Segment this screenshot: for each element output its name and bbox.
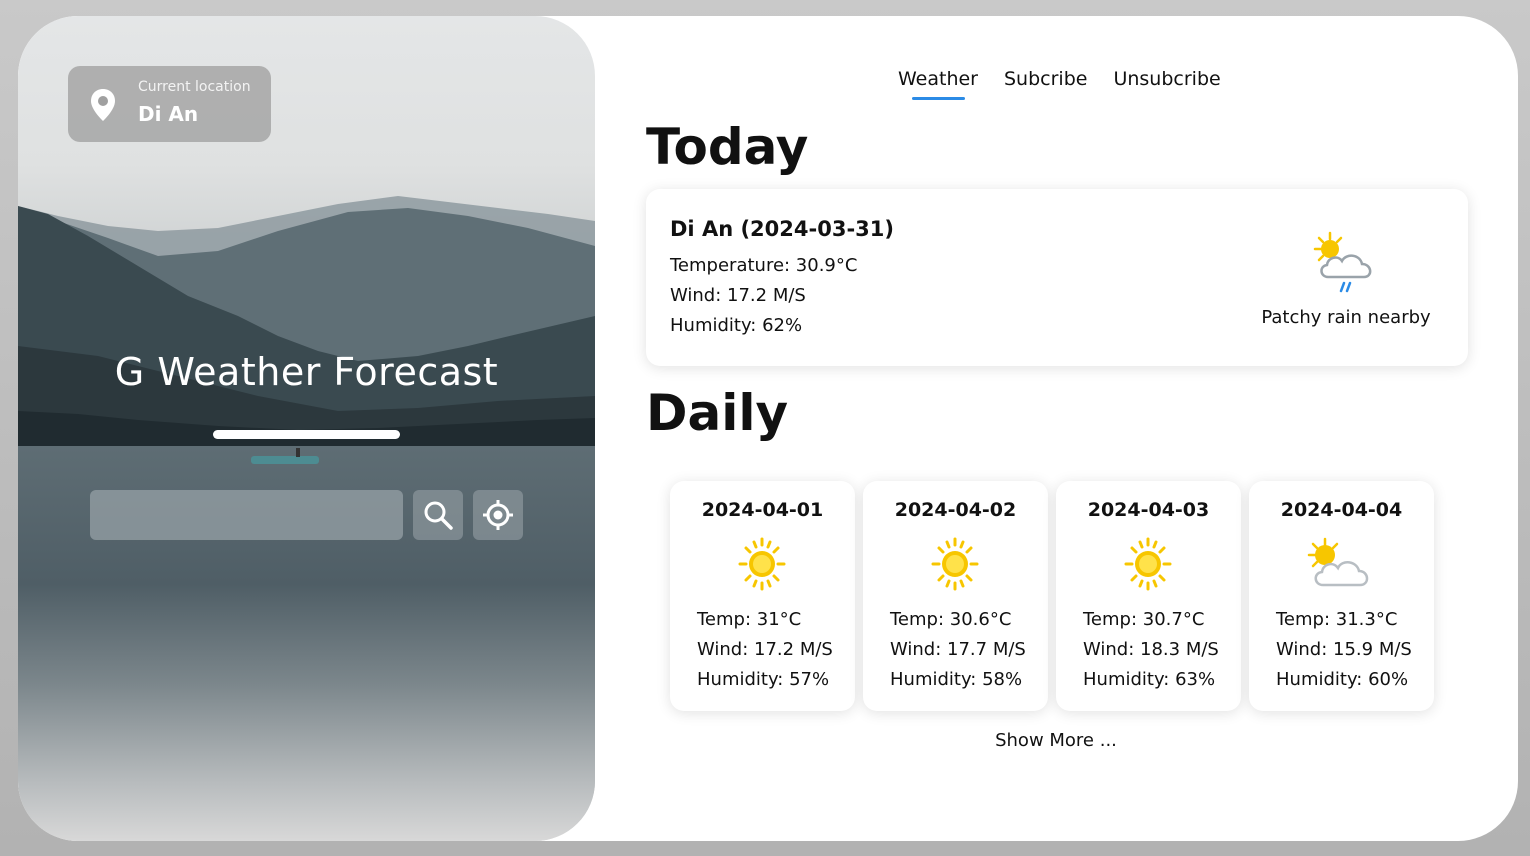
city-search-input[interactable] <box>90 490 403 540</box>
tab-subscribe[interactable]: Subcribe <box>1004 68 1087 100</box>
search-button[interactable] <box>413 490 463 540</box>
today-card: Di An (2024-03-31) Temperature: 30.9°C W… <box>646 189 1468 366</box>
daily-date: 2024-04-04 <box>1280 499 1403 521</box>
daily-temp: Temp: 31°C <box>697 609 802 630</box>
daily-humidity: Humidity: 60% <box>1276 669 1409 690</box>
tab-unsubscribe[interactable]: Unsubcribe <box>1113 68 1220 100</box>
today-heading: Today <box>646 118 809 176</box>
pin-icon <box>91 89 115 121</box>
today-condition: Patchy rain nearby <box>1261 307 1431 328</box>
top-nav: Weather Subcribe Unsubcribe <box>898 68 1221 100</box>
daily-temp: Temp: 30.6°C <box>890 609 1012 630</box>
sun-cloud-icon <box>1307 537 1369 587</box>
show-more-link[interactable]: Show More ... <box>958 730 1154 751</box>
sun-icon <box>931 537 979 591</box>
daily-wind: Wind: 17.2 M/S <box>697 639 833 660</box>
crosshair-icon <box>483 500 513 530</box>
today-place-date: Di An (2024-03-31) <box>670 217 894 241</box>
app-window: Current location Di An G Weather Forecas… <box>18 16 1518 841</box>
daily-card: 2024-04-04 Temp: 31.3°C Wind: 15.9 M/S H… <box>1249 481 1434 711</box>
daily-card: 2024-04-02 Temp: 30.6°C Wind: 17.7 M/S H… <box>863 481 1048 711</box>
today-humidity: Humidity: 62% <box>670 315 803 336</box>
current-location-label: Current location <box>138 79 251 95</box>
app-title: G Weather Forecast <box>114 350 499 394</box>
sun-cloud-rain-icon <box>1313 231 1372 293</box>
daily-wind: Wind: 18.3 M/S <box>1083 639 1219 660</box>
daily-humidity: Humidity: 58% <box>890 669 1023 690</box>
daily-date: 2024-04-01 <box>701 499 824 521</box>
current-location-chip: Current location Di An <box>68 66 271 142</box>
daily-temp: Temp: 30.7°C <box>1083 609 1205 630</box>
daily-card: 2024-04-03 Temp: 30.7°C Wind: 18.3 M/S H… <box>1056 481 1241 711</box>
sun-icon <box>738 537 786 591</box>
daily-card: 2024-04-01 Temp: 31°C Wind: 17.2 M/S Hum… <box>670 481 855 711</box>
daily-wind: Wind: 15.9 M/S <box>1276 639 1412 660</box>
daily-humidity: Humidity: 57% <box>697 669 830 690</box>
daily-humidity: Humidity: 63% <box>1083 669 1216 690</box>
tab-weather[interactable]: Weather <box>898 68 978 100</box>
daily-forecast-list: 2024-04-01 Temp: 31°C Wind: 17.2 M/S Hum… <box>670 481 1434 711</box>
use-current-location-button[interactable] <box>473 490 523 540</box>
sun-icon <box>1124 537 1172 591</box>
hero-panel: Current location Di An G Weather Forecas… <box>18 16 595 841</box>
daily-temp: Temp: 31.3°C <box>1276 609 1398 630</box>
today-temperature: Temperature: 30.9°C <box>670 255 858 276</box>
daily-wind: Wind: 17.7 M/S <box>890 639 1026 660</box>
search-icon <box>424 501 453 530</box>
daily-date: 2024-04-03 <box>1087 499 1210 521</box>
daily-heading: Daily <box>646 384 789 442</box>
daily-date: 2024-04-02 <box>894 499 1017 521</box>
today-wind: Wind: 17.2 M/S <box>670 285 806 306</box>
title-underline <box>213 430 400 439</box>
current-location-value: Di An <box>138 102 199 126</box>
